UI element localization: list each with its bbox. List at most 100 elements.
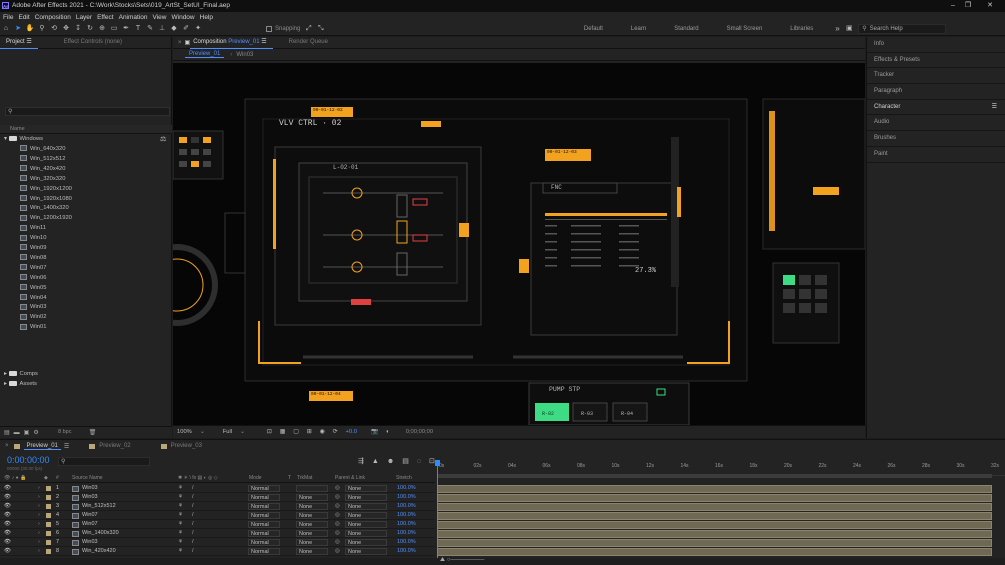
quality-switch-icon[interactable]: / — [192, 493, 194, 502]
eye-icon[interactable]: 👁 — [4, 484, 11, 493]
parent-select[interactable]: None — [345, 503, 387, 510]
project-item[interactable]: Win_640x320 — [20, 144, 65, 154]
project-item[interactable]: Win04 — [20, 293, 46, 303]
show-snapshot-icon[interactable]: ◐ — [386, 429, 390, 435]
mask-visibility-icon[interactable]: ▢ — [293, 429, 298, 435]
layer-name[interactable]: Win03 — [82, 484, 98, 493]
label-color-swatch[interactable] — [46, 495, 51, 500]
project-item[interactable]: Win05 — [20, 283, 46, 293]
menu-view[interactable]: View — [153, 14, 167, 21]
brush-tool-icon[interactable]: ✎ — [146, 24, 155, 33]
shy-switch-icon[interactable]: ⚘ — [178, 502, 183, 511]
rotation-tool-icon[interactable]: ↻ — [86, 24, 95, 33]
layer-name[interactable]: Win_420x420 — [82, 547, 116, 556]
layer-row[interactable]: 👁 › 1 Win03 ⚘ / Normal ◎ None 100.0% — [0, 484, 435, 493]
pan-behind-icon[interactable]: ⊕ — [98, 24, 107, 33]
stretch-value[interactable]: 100.0% — [397, 538, 416, 547]
eye-icon[interactable]: 👁 — [4, 502, 11, 511]
zoom-slider-icon[interactable]: ⛰ ○──────── — [440, 557, 484, 564]
panel-paragraph[interactable]: Paragraph — [867, 84, 1005, 100]
snap-edges-icon[interactable]: ⤢ — [304, 24, 313, 33]
panel-effects-presets[interactable]: Effects & Presets — [867, 53, 1005, 69]
workspace-overflow-icon[interactable]: » — [835, 24, 839, 33]
eye-icon[interactable]: 👁 — [4, 511, 11, 520]
roto-brush-icon[interactable]: ✐ — [182, 24, 191, 33]
shy-switch-icon[interactable]: ⚘ — [178, 547, 183, 556]
zoom-select[interactable]: 100% — [177, 429, 192, 435]
blend-mode-select[interactable]: Normal — [248, 530, 280, 537]
expand-arrow-icon[interactable]: › — [38, 502, 40, 511]
folder-comps[interactable]: ▸ Comps — [4, 369, 38, 379]
exposure-reset-icon[interactable]: ⟳ — [333, 429, 338, 435]
pick-whip-icon[interactable]: ◎ — [335, 493, 340, 502]
menu-composition[interactable]: Composition — [35, 14, 71, 21]
parent-select[interactable]: None — [345, 494, 387, 501]
new-folder-icon[interactable]: ▬ — [14, 430, 20, 436]
project-item[interactable]: Win_1920x1200 — [20, 184, 72, 194]
workspace-standard[interactable]: Standard — [674, 26, 698, 32]
track-matte-select[interactable]: None — [296, 521, 328, 528]
quality-switch-icon[interactable]: / — [192, 511, 194, 520]
parent-select[interactable]: None — [345, 539, 387, 546]
project-item[interactable]: Win02 — [20, 312, 46, 322]
expand-arrow-icon[interactable]: › — [38, 493, 40, 502]
project-item[interactable]: Win_420x420 — [20, 164, 65, 174]
stretch-value[interactable]: 100.0% — [397, 493, 416, 502]
blend-mode-select[interactable]: Normal — [248, 539, 280, 546]
project-item[interactable]: Win07 — [20, 263, 46, 273]
track-matte-select[interactable]: None — [296, 548, 328, 555]
column-trkmat[interactable]: TrkMat — [297, 474, 312, 483]
minimize-icon[interactable]: – — [945, 1, 961, 11]
motion-blur-icon[interactable]: ◌ — [417, 458, 421, 465]
blend-mode-select[interactable]: Normal — [248, 548, 280, 555]
blend-mode-select[interactable]: Normal — [248, 521, 280, 528]
project-item[interactable]: Win01 — [20, 322, 46, 332]
tab-composition[interactable]: Composition Preview_01 ☰ — [190, 37, 273, 49]
shy-switch-icon[interactable]: ⚘ — [178, 511, 183, 520]
draft-3d-icon[interactable]: ▲ — [372, 458, 379, 465]
exposure-value[interactable]: +0.0 — [346, 429, 357, 435]
orbit-camera-icon[interactable]: ⟲ — [50, 24, 59, 33]
pen-tool-icon[interactable]: ✒ — [122, 24, 131, 33]
layer-duration-bar[interactable] — [437, 484, 992, 493]
project-item[interactable]: Win_512x512 — [20, 154, 65, 164]
expand-arrow-icon[interactable]: › — [38, 484, 40, 493]
breadcrumb-win03[interactable]: Win03 — [236, 52, 253, 58]
workspace-libraries[interactable]: Libraries — [790, 26, 813, 32]
layer-duration-bar[interactable] — [437, 511, 992, 520]
work-area-bar[interactable] — [437, 474, 992, 478]
stretch-value[interactable]: 100.0% — [397, 502, 416, 511]
layer-duration-bar[interactable] — [437, 493, 992, 502]
tab-project[interactable]: Project ☰ — [0, 37, 38, 49]
grid-guides-icon[interactable]: ⊞ — [307, 429, 312, 435]
project-item[interactable]: Win03 — [20, 302, 46, 312]
current-timecode[interactable]: 0:00:00:00 — [7, 455, 50, 465]
label-color-swatch[interactable] — [46, 504, 51, 509]
rectangle-tool-icon[interactable]: ▭ — [110, 24, 119, 33]
pick-whip-icon[interactable]: ◎ — [335, 538, 340, 547]
zoom-tool-icon[interactable]: ⚲ — [38, 24, 47, 33]
puppet-pin-icon[interactable]: ✦ — [194, 24, 203, 33]
panel-tracker[interactable]: Tracker — [867, 68, 1005, 85]
label-color-swatch[interactable] — [46, 540, 51, 545]
layer-row[interactable]: 👁 › 3 Win_512x512 ⚘ / Normal None ◎ None 100.0% — [0, 502, 435, 511]
project-settings-icon[interactable]: ⚙ — [33, 429, 38, 436]
stretch-value[interactable]: 100.0% — [397, 511, 416, 520]
composition-viewer[interactable]: VLV CTRL · 02 00-01-12-02 00-01-12-03 00… — [173, 63, 865, 425]
layer-row[interactable]: 👁 › 2 Win03 ⚘ / Normal None ◎ None 100.0% — [0, 493, 435, 502]
timeline-search-input[interactable]: ⚲ — [58, 457, 150, 466]
layer-name[interactable]: Win_512x512 — [82, 502, 116, 511]
flowchart-icon[interactable]: ⚖ — [160, 135, 166, 143]
hand-tool-icon[interactable]: ✋ — [26, 24, 35, 33]
column-mode[interactable]: Mode — [249, 474, 262, 483]
quality-switch-icon[interactable]: / — [192, 529, 194, 538]
tab-timeline-preview-01[interactable]: Preview_01 — [23, 443, 61, 450]
project-search-input[interactable]: ⚲ — [5, 107, 170, 116]
panel-brushes[interactable]: Brushes — [867, 131, 1005, 147]
menu-help[interactable]: Help — [200, 14, 213, 21]
color-channel-icon[interactable]: ◉ — [320, 429, 325, 435]
tab-timeline-preview-02[interactable]: Preview_02 — [99, 443, 130, 449]
quality-switch-icon[interactable]: / — [192, 502, 194, 511]
pick-whip-icon[interactable]: ◎ — [335, 511, 340, 520]
label-color-swatch[interactable] — [46, 549, 51, 554]
